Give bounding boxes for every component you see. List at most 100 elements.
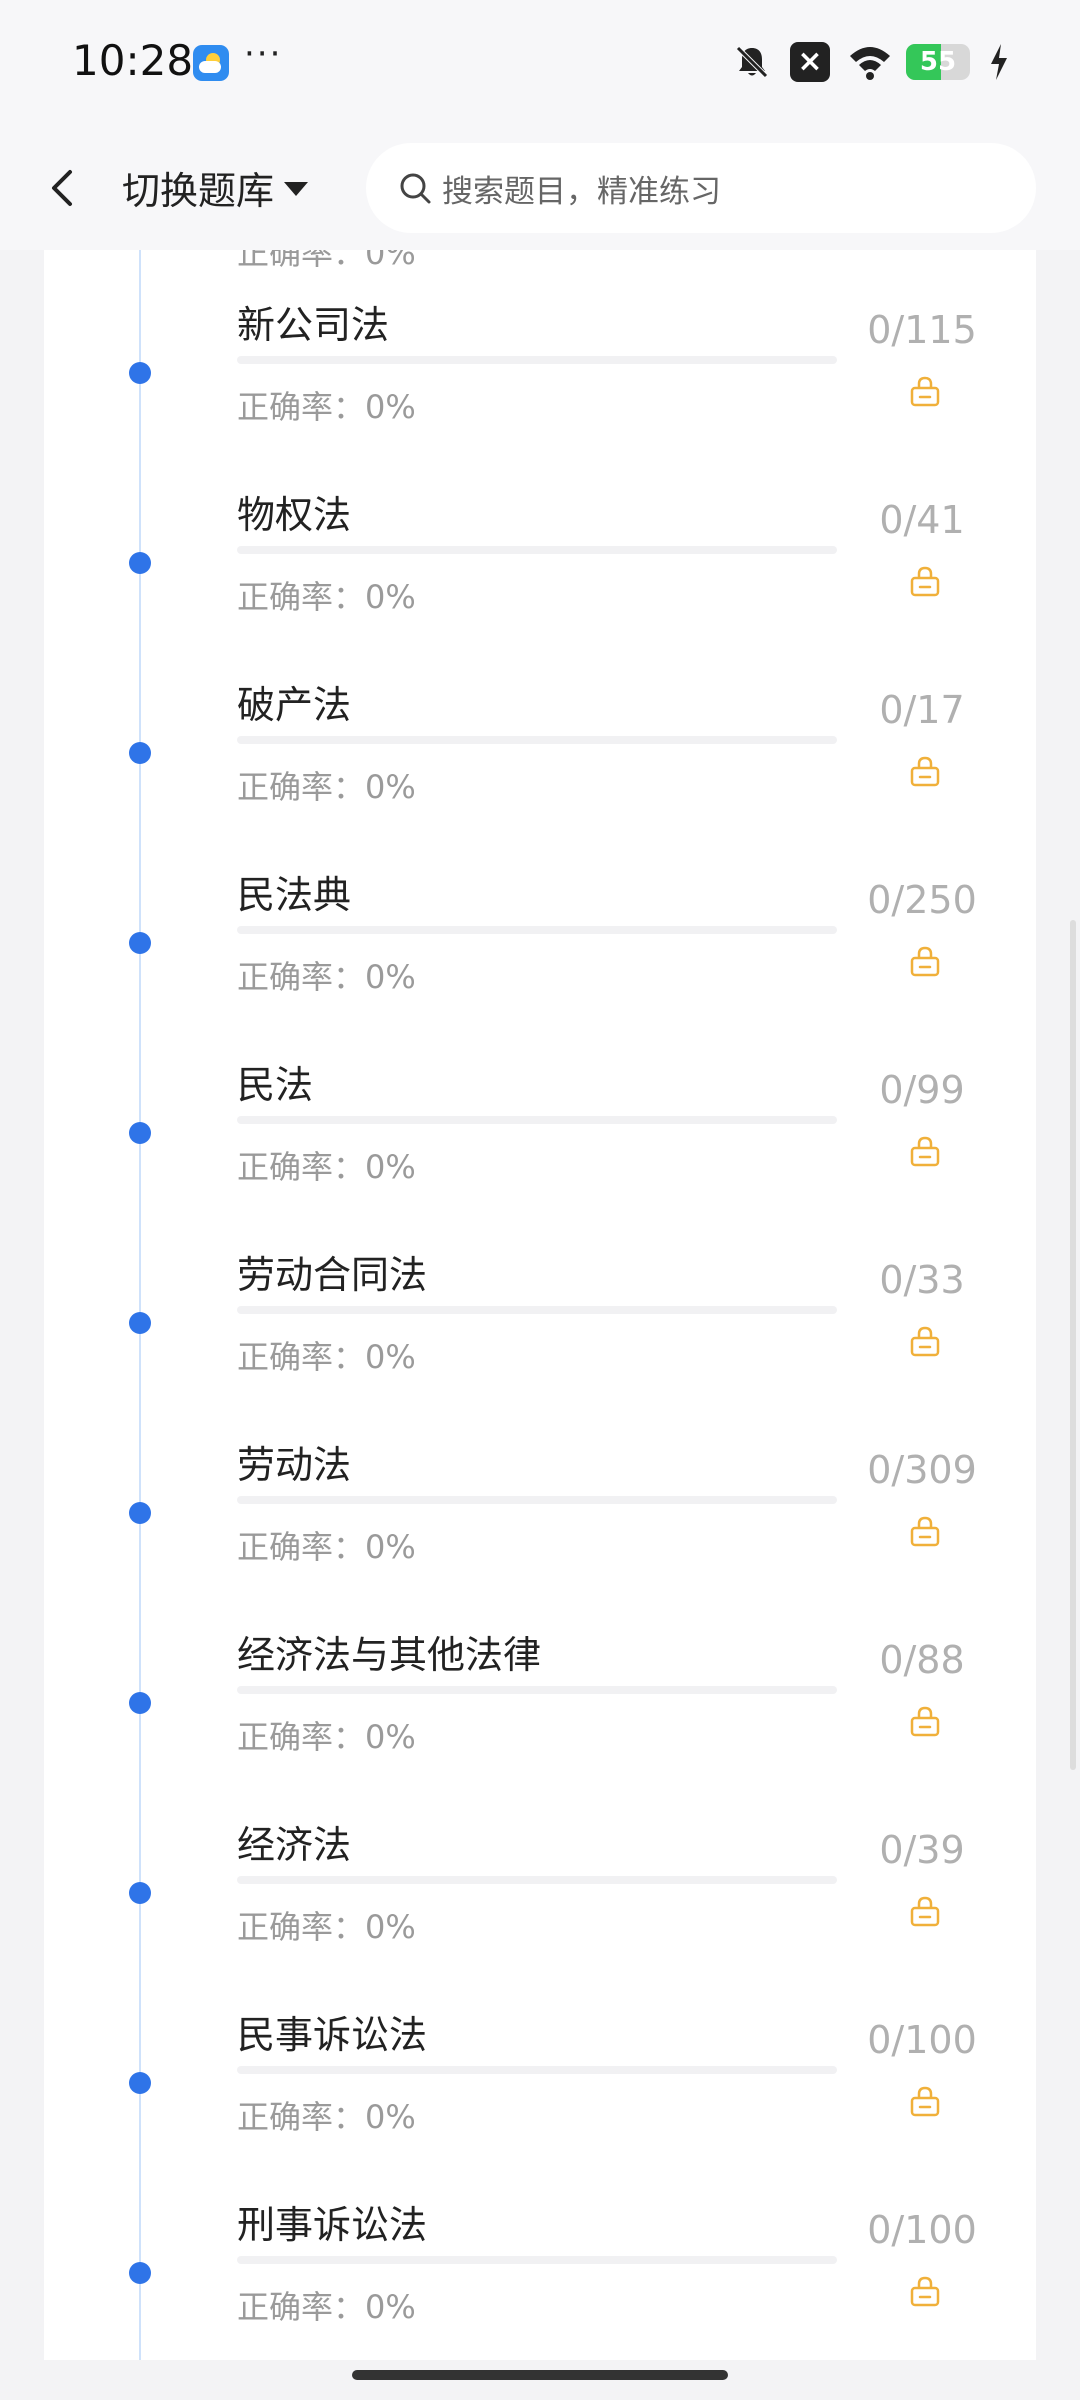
bottom-strip	[0, 2360, 1080, 2400]
chapter-title: 新公司法	[237, 303, 390, 347]
question-count: 0/88	[879, 1638, 965, 1682]
accuracy-text: 正确率：0%	[237, 1338, 416, 1376]
chapter-row[interactable]: 劳动法正确率：0% 0/309	[44, 1434, 1036, 1624]
status-icons: × 55	[732, 40, 1010, 84]
lock-icon[interactable]	[908, 754, 942, 788]
search-icon	[400, 173, 431, 204]
progress-bar	[237, 356, 837, 364]
accuracy-text: 正确率：0%	[237, 768, 416, 806]
question-count: 0/250	[867, 878, 977, 922]
accuracy-text: 正确率：0%	[237, 1718, 416, 1756]
accuracy-text: 正确率：0%	[237, 1148, 416, 1186]
timeline-dot	[129, 1882, 151, 1904]
question-count: 0/39	[879, 1828, 965, 1872]
close-box-icon: ×	[790, 42, 830, 82]
chapter-row[interactable]: 经济法正确率：0% 0/39	[44, 1814, 1036, 2004]
accuracy-text: 正确率：0%	[237, 1528, 416, 1566]
chevron-left-icon	[52, 170, 72, 206]
chapter-title: 破产法	[237, 683, 352, 727]
more-notifications-icon: ···	[244, 34, 283, 74]
timeline-dot	[129, 742, 151, 764]
progress-bar	[237, 1116, 837, 1124]
progress-bar	[237, 546, 837, 554]
progress-bar	[237, 2066, 837, 2074]
accuracy-text: 正确率：0%	[237, 1908, 416, 1946]
lock-icon[interactable]	[908, 374, 942, 408]
header: 切换题库 搜索题目，精准练习	[0, 125, 1080, 250]
timeline-dot	[129, 552, 151, 574]
timeline-dot	[129, 1122, 151, 1144]
progress-bar	[237, 736, 837, 744]
chapter-row[interactable]: 民事诉讼法 正确率：0% 0/100	[44, 2004, 1036, 2194]
status-bar: 10:28 ··· × 55	[0, 0, 1080, 125]
chapter-title: 经济法	[237, 1823, 352, 1867]
switch-question-bank-button[interactable]: 切换题库	[122, 157, 309, 217]
switch-question-bank-label: 切换题库	[122, 168, 275, 213]
timeline-dot	[129, 2262, 151, 2284]
chapter-row[interactable]: 经济法与其他法律正确率：0% 0/88	[44, 1624, 1036, 1814]
weather-icon	[193, 45, 229, 81]
battery-icon: 55	[906, 44, 970, 80]
chapter-row[interactable]: 新公司法正确率：0% 0/115	[44, 294, 1036, 484]
chapter-title: 劳动合同法	[237, 1253, 428, 1297]
progress-bar	[237, 1496, 837, 1504]
progress-bar	[237, 1306, 837, 1314]
chapter-row[interactable]: 劳动合同法正确率：0% 0/33	[44, 1244, 1036, 1434]
question-count: 0/100	[867, 2208, 977, 2252]
chapter-title: 经济法与其他法律	[237, 1633, 542, 1677]
lock-icon[interactable]	[908, 2274, 942, 2308]
timeline-dot	[129, 1502, 151, 1524]
progress-bar	[237, 2256, 837, 2264]
accuracy-text: 正确率：0%	[237, 2288, 416, 2326]
search-input[interactable]: 搜索题目，精准练习	[366, 143, 1036, 233]
progress-bar	[237, 1686, 837, 1694]
chapter-title: 劳动法	[237, 1443, 352, 1487]
charging-bolt-icon	[988, 42, 1010, 82]
status-time: 10:28	[72, 36, 194, 85]
chapter-row[interactable]: 民法典正确率：0% 0/250	[44, 864, 1036, 1054]
accuracy-text: 正确率：0%	[237, 958, 416, 996]
chapter-title: 物权法	[237, 493, 352, 537]
gesture-bar[interactable]	[352, 2370, 728, 2380]
accuracy-text: 正确率：0%	[237, 2098, 416, 2136]
timeline-dot	[129, 1312, 151, 1334]
question-count: 0/115	[867, 308, 977, 352]
accuracy-text: 正确率：0%	[237, 578, 416, 616]
lock-icon[interactable]	[908, 1324, 942, 1358]
bell-off-icon	[732, 42, 772, 82]
lock-icon[interactable]	[908, 944, 942, 978]
scrollbar[interactable]	[1070, 920, 1076, 1770]
battery-level: 55	[919, 47, 957, 77]
wifi-icon	[848, 42, 890, 82]
lock-icon[interactable]	[908, 1894, 942, 1928]
accuracy-text: 正确率：0%	[237, 388, 416, 426]
question-count: 0/33	[879, 1258, 965, 1302]
question-count: 0/99	[879, 1068, 965, 1112]
chapter-title: 民法	[237, 1063, 314, 1107]
chapter-list: 正确率：0% 新公司法 正确率：0% 0/115 物权法 正确率：0% 0/41 破产法 正确…	[44, 234, 1036, 2360]
question-count: 0/41	[879, 498, 965, 542]
chapter-row[interactable]: 民法正确率：0% 0/99	[44, 1054, 1036, 1244]
timeline-dot	[129, 362, 151, 384]
question-count: 0/309	[867, 1448, 977, 1492]
chapter-row[interactable]: 破产法正确率：0% 0/17	[44, 674, 1036, 864]
caret-down-icon	[284, 182, 309, 196]
search-placeholder: 搜索题目，精准练习	[442, 173, 721, 210]
progress-bar	[237, 1876, 837, 1884]
chapter-title: 刑事诉讼法	[237, 2203, 428, 2247]
question-count: 0/17	[879, 688, 965, 732]
lock-icon[interactable]	[908, 564, 942, 598]
lock-icon[interactable]	[908, 1514, 942, 1548]
timeline-dot	[129, 2072, 151, 2094]
lock-icon[interactable]	[908, 1134, 942, 1168]
chapter-title: 民法典	[237, 873, 352, 917]
chapter-row[interactable]: 物权法正确率：0% 0/41	[44, 484, 1036, 674]
lock-icon[interactable]	[908, 1704, 942, 1738]
lock-icon[interactable]	[908, 2084, 942, 2118]
progress-bar	[237, 926, 837, 934]
chapter-title: 民事诉讼法	[237, 2013, 428, 2057]
chapter-row[interactable]: 刑事诉讼法正确率：0% 0/100	[44, 2194, 1036, 2384]
timeline-dot	[129, 932, 151, 954]
back-button[interactable]	[42, 160, 82, 216]
timeline-dot	[129, 1692, 151, 1714]
